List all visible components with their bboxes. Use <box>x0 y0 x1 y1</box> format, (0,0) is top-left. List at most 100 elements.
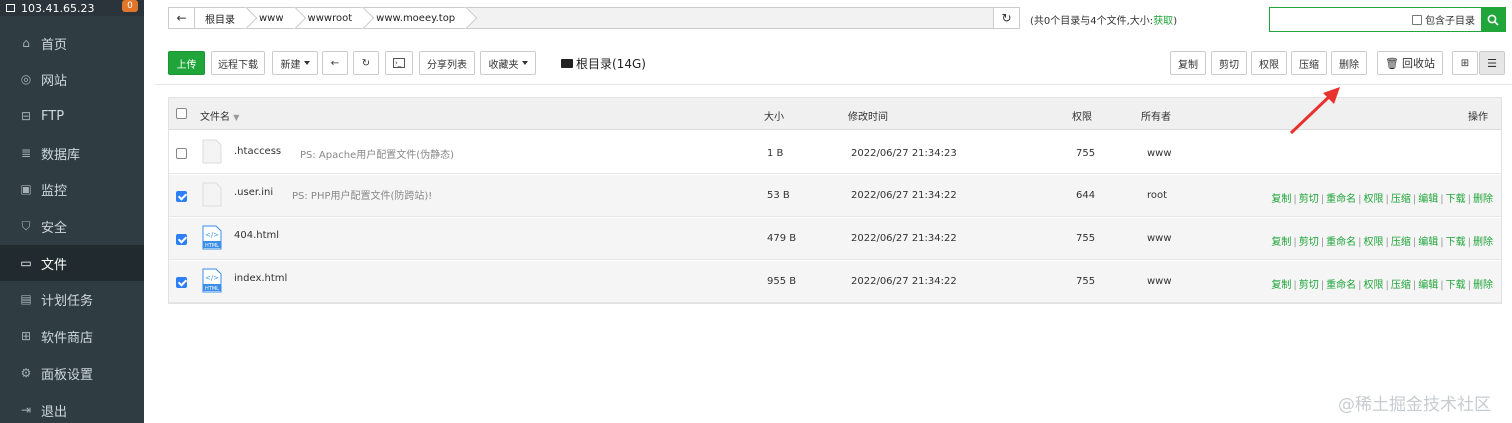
table-row[interactable]: .htaccess PS: Apache用户配置文件(伪静态) 1 B 2022… <box>169 132 1501 174</box>
path-back-button[interactable]: ← <box>169 8 195 28</box>
col-name[interactable]: 文件名 ▼ <box>200 108 239 123</box>
row-checkbox[interactable] <box>176 277 187 288</box>
col-perm[interactable]: 权限 <box>1072 108 1092 123</box>
monitor-icon: ▣ <box>20 182 32 196</box>
col-size[interactable]: 大小 <box>764 108 784 123</box>
row-copy-link[interactable]: 复制 <box>1271 194 1291 205</box>
row-download-link[interactable]: 下载 <box>1446 280 1466 291</box>
grid-view-button[interactable]: ⊞ <box>1452 51 1478 75</box>
file-manager-screen: 103.41.65.23 0 ⌂ 首页 ◎ 网站 ⊟ FTP ≣ 数据库 ▣ 监… <box>0 0 1512 423</box>
delete-button[interactable]: 删除 <box>1331 51 1367 75</box>
sidebar-item-website[interactable]: ◎ 网站 <box>0 61 144 97</box>
file-name[interactable]: 404.html <box>234 230 279 241</box>
row-checkbox[interactable] <box>176 148 187 159</box>
list-view-button[interactable]: ☰ <box>1479 51 1505 75</box>
favorites-dropdown[interactable]: 收藏夹 <box>480 51 536 75</box>
row-perm-link[interactable]: 权限 <box>1364 280 1384 291</box>
sidebar-item-label: 文件 <box>41 257 68 273</box>
row-cut-link[interactable]: 剪切 <box>1299 237 1319 248</box>
col-mtime[interactable]: 修改时间 <box>848 108 888 123</box>
select-all-checkbox[interactable] <box>176 108 187 119</box>
row-compress-link[interactable]: 压缩 <box>1391 237 1411 248</box>
cut-button[interactable]: 剪切 <box>1211 51 1247 75</box>
row-checkbox[interactable] <box>176 191 187 202</box>
share-list-button[interactable]: 分享列表 <box>419 51 475 75</box>
hard-drive-icon <box>561 59 573 68</box>
permission-button[interactable]: 权限 <box>1251 51 1287 75</box>
row-cut-link[interactable]: 剪切 <box>1299 194 1319 205</box>
col-owner[interactable]: 所有者 <box>1141 108 1171 123</box>
row-rename-link[interactable]: 重命名 <box>1326 237 1356 248</box>
upload-button[interactable]: 上传 <box>168 51 205 75</box>
refresh-icon: ↻ <box>361 57 371 69</box>
row-download-link[interactable]: 下载 <box>1446 194 1466 205</box>
copy-button[interactable]: 复制 <box>1170 51 1206 75</box>
disk-root-info[interactable]: 根目录(14G) <box>561 55 646 72</box>
include-subdir-label: 包含子目录 <box>1425 16 1475 27</box>
recycle-bin-button[interactable]: 🗑 回收站 <box>1377 51 1443 75</box>
row-compress-link[interactable]: 压缩 <box>1391 194 1411 205</box>
row-cut-link[interactable]: 剪切 <box>1299 280 1319 291</box>
apps-icon: ⊞ <box>20 329 32 343</box>
row-edit-link[interactable]: 编辑 <box>1418 194 1438 205</box>
breadcrumb-root[interactable]: 根目录 <box>195 8 249 28</box>
row-delete-link[interactable]: 删除 <box>1473 237 1493 248</box>
table-row[interactable]: </> HTML 404.html 479 B 2022/06/27 21:34:… <box>169 218 1501 260</box>
sidebar-item-logout[interactable]: ⇥ 退出 <box>0 392 144 423</box>
row-actions: 复制 | 剪切 | 重命名 | 权限 | 压缩 | 编辑 | 下载 | 删除 <box>1271 237 1493 248</box>
sidebar-item-label: 退出 <box>41 404 68 420</box>
sidebar-item-label: 面板设置 <box>41 367 94 383</box>
file-name[interactable]: .user.ini <box>234 187 273 198</box>
row-delete-link[interactable]: 删除 <box>1473 194 1493 205</box>
file-name[interactable]: index.html <box>234 273 287 284</box>
svg-text:HTML: HTML <box>205 243 219 249</box>
row-checkbox[interactable] <box>176 234 187 245</box>
sidebar-item-security[interactable]: ⛉ 安全 <box>0 208 144 244</box>
remote-download-button[interactable]: 远程下载 <box>211 51 265 75</box>
compress-button[interactable]: 压缩 <box>1291 51 1327 75</box>
row-perm-link[interactable]: 权限 <box>1364 237 1384 248</box>
include-subdir-checkbox[interactable] <box>1412 14 1422 25</box>
table-row[interactable]: </> HTML index.html 955 B 2022/06/27 21:3… <box>169 261 1501 303</box>
file-name[interactable]: .htaccess <box>234 146 281 157</box>
watermark: @稀土掘金技术社区 <box>1338 395 1491 415</box>
path-input-area[interactable] <box>469 8 993 28</box>
back-button[interactable]: ← <box>322 51 348 75</box>
breadcrumb-site[interactable]: www.moeey.top <box>366 8 470 28</box>
sidebar-item-ftp[interactable]: ⊟ FTP <box>0 98 144 134</box>
row-delete-link[interactable]: 删除 <box>1473 280 1493 291</box>
terminal-button[interactable]: ›_ <box>385 51 413 75</box>
logout-icon: ⇥ <box>20 403 32 417</box>
sidebar-item-monitor[interactable]: ▣ 监控 <box>0 171 144 207</box>
row-copy-link[interactable]: 复制 <box>1271 237 1291 248</box>
search-button[interactable] <box>1481 8 1505 31</box>
row-rename-link[interactable]: 重命名 <box>1326 194 1356 205</box>
calendar-icon: ▤ <box>20 292 32 306</box>
row-perm-link[interactable]: 权限 <box>1364 194 1384 205</box>
sidebar-item-settings[interactable]: ⚙ 面板设置 <box>0 355 144 391</box>
refresh-button[interactable]: ↻ <box>353 51 379 75</box>
row-rename-link[interactable]: 重命名 <box>1326 280 1356 291</box>
breadcrumb-wwwroot[interactable]: wwwroot <box>297 8 367 28</box>
path-bar: ← 根目录 www wwwroot www.moeey.top ↻ <box>168 7 1020 29</box>
search-input[interactable]: 包含子目录 <box>1270 8 1481 31</box>
get-size-link[interactable]: 获取 <box>1153 16 1173 27</box>
sidebar-item-store[interactable]: ⊞ 软件商店 <box>0 318 144 354</box>
shield-icon: ⛉ <box>21 219 31 233</box>
path-refresh-button[interactable]: ↻ <box>993 8 1019 28</box>
notification-badge[interactable]: 0 <box>122 0 138 12</box>
row-download-link[interactable]: 下载 <box>1446 237 1466 248</box>
sidebar-item-home[interactable]: ⌂ 首页 <box>0 25 144 61</box>
row-edit-link[interactable]: 编辑 <box>1418 280 1438 291</box>
sidebar-item-files[interactable]: ▭ 文件 <box>0 245 144 281</box>
row-copy-link[interactable]: 复制 <box>1271 280 1291 291</box>
list-icon: ☰ <box>1487 56 1497 70</box>
row-edit-link[interactable]: 编辑 <box>1418 237 1438 248</box>
arrow-left-icon: ← <box>176 11 187 25</box>
sidebar-item-database[interactable]: ≣ 数据库 <box>0 135 144 171</box>
sidebar-item-cron[interactable]: ▤ 计划任务 <box>0 281 144 317</box>
search-icon <box>1487 14 1499 26</box>
row-compress-link[interactable]: 压缩 <box>1391 280 1411 291</box>
table-row[interactable]: .user.ini PS: PHP用户配置文件(防跨站)! 53 B 2022/… <box>169 175 1501 217</box>
new-dropdown[interactable]: 新建 <box>272 51 318 75</box>
